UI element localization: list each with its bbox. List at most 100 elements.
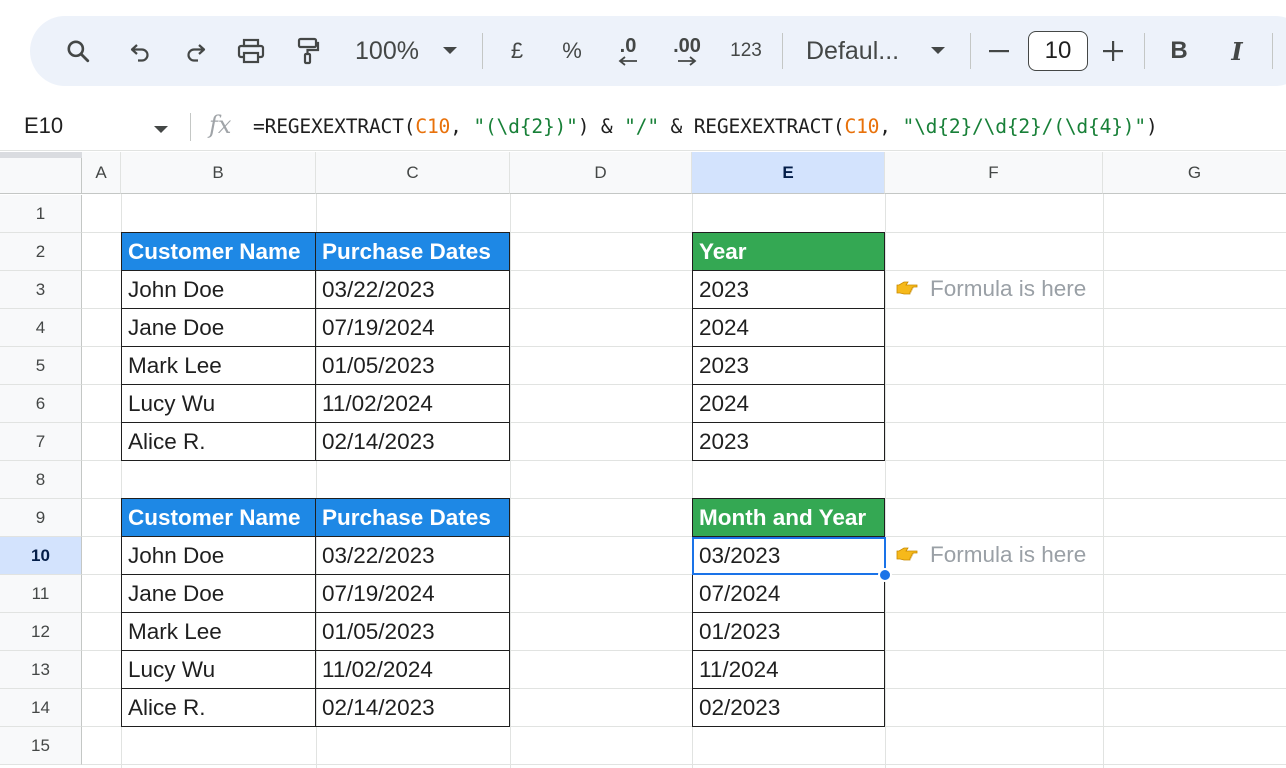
table-cell[interactable]: Lucy Wu <box>121 384 316 423</box>
number-format-label: 123 <box>730 40 762 61</box>
table-cell[interactable]: Lucy Wu <box>121 650 316 689</box>
table-cell[interactable]: 2023 <box>692 346 885 385</box>
percent-button[interactable]: % <box>556 16 588 86</box>
row-header-1[interactable]: 1 <box>0 195 82 233</box>
increase-decimal-button[interactable]: .00 <box>664 16 710 86</box>
table-cell[interactable]: 2024 <box>692 384 885 423</box>
table-cell[interactable]: 02/2023 <box>692 688 885 727</box>
table-cell[interactable]: 02/14/2023 <box>315 422 510 461</box>
note-text: Formula is here <box>930 276 1087 301</box>
chevron-down-icon[interactable] <box>926 16 950 86</box>
table-cell[interactable]: Alice R. <box>121 422 316 461</box>
minus-icon[interactable] <box>986 16 1012 86</box>
column-header-g[interactable]: G <box>1103 152 1286 194</box>
pointing-hand-icon <box>896 279 918 300</box>
table-cell[interactable]: 03/22/2023 <box>315 270 510 309</box>
decrease-decimal-button[interactable]: .0 <box>610 16 646 86</box>
zoom-select[interactable]: 100% <box>348 16 426 86</box>
table-cell[interactable]: 07/19/2024 <box>315 574 510 613</box>
formula-token: & REGEXEXTRACT( <box>658 115 845 138</box>
toolbar-divider <box>1144 33 1145 69</box>
table-cell[interactable]: 03/22/2023 <box>315 536 510 575</box>
table-cell[interactable]: Alice R. <box>121 688 316 727</box>
note-text: Formula is here <box>930 542 1087 567</box>
row-header-2[interactable]: 2 <box>0 233 82 271</box>
table-cell[interactable]: 11/2024 <box>692 650 885 689</box>
table-header-purchase-dates[interactable]: Purchase Dates <box>315 498 510 537</box>
formula-string: "(\d{2})" <box>473 115 578 138</box>
print-icon[interactable] <box>233 16 269 86</box>
formula-token: =REGEXEXTRACT( <box>253 115 416 138</box>
row-header-6[interactable]: 6 <box>0 385 82 423</box>
chevron-down-icon[interactable] <box>438 16 462 86</box>
gridline <box>1103 194 1104 768</box>
note-cell[interactable]: Formula is here <box>890 270 1102 308</box>
row-header-9[interactable]: 9 <box>0 499 82 537</box>
select-all-corner[interactable] <box>0 152 82 194</box>
table-cell[interactable]: 2024 <box>692 308 885 347</box>
row-header-4[interactable]: 4 <box>0 309 82 347</box>
table-header-customer-name[interactable]: Customer Name <box>121 232 316 271</box>
table-header-customer-name[interactable]: Customer Name <box>121 498 316 537</box>
table-cell[interactable]: 03/2023 <box>692 536 885 575</box>
corner-freeze-bar[interactable] <box>0 152 82 158</box>
column-header-a[interactable]: A <box>82 152 121 194</box>
currency-button[interactable]: £ <box>502 16 532 86</box>
paint-format-icon[interactable] <box>290 16 326 86</box>
column-header-f[interactable]: F <box>885 152 1103 194</box>
table-cell[interactable]: 02/14/2023 <box>315 688 510 727</box>
column-header-e[interactable]: E <box>692 152 885 194</box>
row-header-15[interactable]: 15 <box>0 727 82 765</box>
plus-icon[interactable] <box>1100 16 1126 86</box>
row-header-11[interactable]: 11 <box>0 575 82 613</box>
note-cell[interactable]: Formula is here <box>890 536 1102 574</box>
column-header-c[interactable]: C <box>316 152 510 194</box>
row-header-12[interactable]: 12 <box>0 613 82 651</box>
table-cell[interactable]: 2023 <box>692 270 885 309</box>
table-cell[interactable]: Jane Doe <box>121 574 316 613</box>
table-header-purchase-dates[interactable]: Purchase Dates <box>315 232 510 271</box>
row-header-13[interactable]: 13 <box>0 651 82 689</box>
table-cell[interactable]: John Doe <box>121 536 316 575</box>
table-cell[interactable]: 01/05/2023 <box>315 346 510 385</box>
row-header-14[interactable]: 14 <box>0 689 82 727</box>
table-cell[interactable]: Mark Lee <box>121 346 316 385</box>
row-header-3[interactable]: 3 <box>0 271 82 309</box>
table-cell[interactable]: John Doe <box>121 270 316 309</box>
table-cell[interactable]: 07/19/2024 <box>315 308 510 347</box>
table-cell[interactable]: 2023 <box>692 422 885 461</box>
number-format-button[interactable]: 123 <box>724 16 768 86</box>
chevron-down-icon[interactable] <box>154 121 168 139</box>
decrease-decimal-label: .0 <box>619 35 637 57</box>
spreadsheet-grid[interactable]: A B C D E F G 1 2 3 4 5 6 7 8 9 10 11 12… <box>0 152 1286 768</box>
row-header-7[interactable]: 7 <box>0 423 82 461</box>
formula-input[interactable]: =REGEXEXTRACT(C10, "(\d{2})") & "/" & RE… <box>253 115 1158 138</box>
table-cell[interactable]: 11/02/2024 <box>315 384 510 423</box>
row-header-10[interactable]: 10 <box>0 537 82 575</box>
fill-handle[interactable] <box>878 568 892 582</box>
table-cell[interactable]: 11/02/2024 <box>315 650 510 689</box>
row-header-8[interactable]: 8 <box>0 461 82 499</box>
table-cell[interactable]: 07/2024 <box>692 574 885 613</box>
search-icon[interactable] <box>60 16 96 86</box>
undo-icon[interactable] <box>122 16 158 86</box>
table-cell[interactable]: 01/2023 <box>692 612 885 651</box>
italic-button[interactable]: I <box>1222 16 1252 86</box>
font-size-input[interactable]: 10 <box>1028 31 1088 71</box>
table-cell[interactable]: Mark Lee <box>121 612 316 651</box>
column-header-d[interactable]: D <box>510 152 692 194</box>
font-family-select[interactable]: Defaul... <box>806 16 906 86</box>
bold-button[interactable]: B <box>1164 16 1194 86</box>
table-cell[interactable]: 01/05/2023 <box>315 612 510 651</box>
name-box[interactable]: E10 <box>24 113 63 139</box>
table-header-year[interactable]: Year <box>692 232 885 271</box>
table-cell[interactable]: Jane Doe <box>121 308 316 347</box>
gridline <box>510 194 511 768</box>
formula-token: ) <box>1146 115 1158 138</box>
table-header-month-and-year[interactable]: Month and Year <box>692 498 885 537</box>
row-header-5[interactable]: 5 <box>0 347 82 385</box>
toolbar-divider <box>782 33 783 69</box>
formula-string: "/" <box>624 115 659 138</box>
column-header-b[interactable]: B <box>121 152 316 194</box>
redo-icon[interactable] <box>178 16 214 86</box>
